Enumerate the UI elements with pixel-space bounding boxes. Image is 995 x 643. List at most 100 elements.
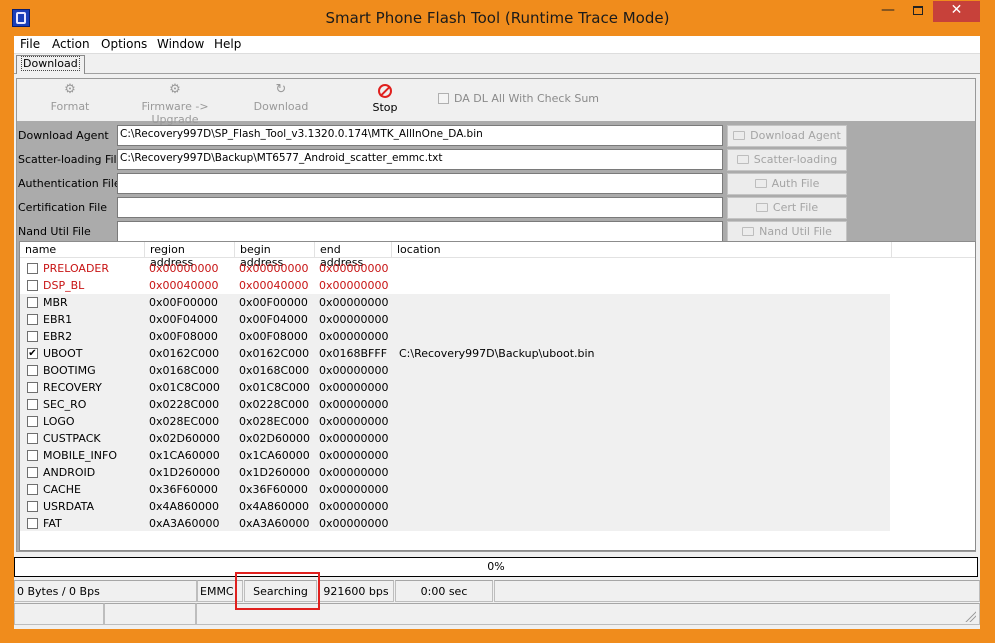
row-begin-address: 0x00F04000: [239, 313, 308, 326]
download-label: Download: [253, 100, 309, 113]
table-row[interactable]: CACHE 0x36F60000 0x36F60000 0x00000000: [20, 481, 975, 498]
table-row[interactable]: USRDATA 0x4A860000 0x4A860000 0x00000000: [20, 498, 975, 515]
download-agent-button-label: Download Agent: [750, 129, 841, 142]
table-row[interactable]: CUSTPACK 0x02D60000 0x02D60000 0x00000000: [20, 430, 975, 447]
table-row[interactable]: MOBILE_INFO 0x1CA60000 0x1CA60000 0x0000000…: [20, 447, 975, 464]
row-checkbox[interactable]: [27, 399, 38, 410]
table-row[interactable]: EBR2 0x00F08000 0x00F08000 0x00000000: [20, 328, 975, 345]
row-begin-address: 0x0228C000: [239, 398, 310, 411]
auth-file-button[interactable]: Auth File: [727, 173, 847, 195]
stop-icon: [378, 84, 392, 98]
table-row[interactable]: FAT 0xA3A60000 0xA3A60000 0x00000000: [20, 515, 975, 532]
tab-download[interactable]: Download: [16, 55, 85, 74]
folder-icon: [742, 227, 755, 236]
maximize-button[interactable]: [903, 1, 933, 22]
nand-util-field[interactable]: [117, 221, 723, 242]
table-row[interactable]: SEC_RO 0x0228C000 0x0228C000 0x00000000: [20, 396, 975, 413]
table-row[interactable]: DSP_BL 0x00040000 0x00040000 0x00000000: [20, 277, 975, 294]
row-end-address: 0x00000000: [319, 500, 389, 513]
download-agent-button[interactable]: Download Agent: [727, 125, 847, 147]
row-checkbox[interactable]: [27, 382, 38, 393]
download-button[interactable]: ↻ Download: [251, 83, 311, 113]
authentication-row: Authentication File Auth File: [17, 171, 975, 195]
row-checkbox[interactable]: [27, 467, 38, 478]
table-row[interactable]: RECOVERY 0x01C8C000 0x01C8C000 0x00000000: [20, 379, 975, 396]
column-region-address[interactable]: region address: [145, 242, 235, 269]
row-name: MOBILE_INFO: [43, 449, 117, 462]
row-checkbox[interactable]: [27, 450, 38, 461]
row-location: C:\Recovery997D\Backup\uboot.bin: [399, 347, 595, 360]
progress-text: 0%: [487, 560, 505, 573]
download-icon: ↻: [275, 82, 287, 97]
title-bar[interactable]: Smart Phone Flash Tool (Runtime Trace Mo…: [0, 0, 995, 36]
table-row[interactable]: LOGO 0x028EC000 0x028EC000 0x00000000: [20, 413, 975, 430]
status-bytes: 0 Bytes / 0 Bps: [14, 580, 197, 602]
status-time: 0:00 sec: [395, 580, 493, 602]
row-checkbox[interactable]: ✔: [27, 348, 38, 359]
column-name[interactable]: name: [20, 242, 145, 258]
nand-util-button[interactable]: Nand Util File: [727, 221, 847, 243]
row-region-address: 0x36F60000: [149, 483, 218, 496]
table-row[interactable]: BOOTIMG 0x0168C000 0x0168C000 0x00000000: [20, 362, 975, 379]
menu-window[interactable]: Window: [157, 37, 204, 51]
row-end-address: 0x0168BFFF: [319, 347, 388, 360]
partition-list[interactable]: name region address begin address end ad…: [19, 241, 976, 551]
row-checkbox[interactable]: [27, 297, 38, 308]
table-row[interactable]: PRELOADER 0x00000000 0x00000000 0x00000000: [20, 260, 975, 277]
tab-download-label: Download: [21, 56, 80, 71]
row-checkbox[interactable]: [27, 518, 38, 529]
row-checkbox[interactable]: [27, 501, 38, 512]
checksum-option[interactable]: DA DL All With Check Sum: [438, 92, 599, 105]
column-begin-address[interactable]: begin address: [235, 242, 315, 269]
row-end-address: 0x00000000: [319, 296, 389, 309]
menu-file[interactable]: File: [20, 37, 40, 51]
row-checkbox[interactable]: [27, 263, 38, 274]
table-row[interactable]: ✔ UBOOT 0x0162C000 0x0162C000 0x0168BFFF C:\R…: [20, 345, 975, 362]
menu-action[interactable]: Action: [52, 37, 90, 51]
row-checkbox[interactable]: [27, 280, 38, 291]
stop-button[interactable]: Stop: [367, 83, 403, 114]
download-agent-field[interactable]: C:\Recovery997D\SP_Flash_Tool_v3.1320.0.…: [117, 125, 723, 146]
table-row[interactable]: MBR 0x00F00000 0x00F00000 0x00000000: [20, 294, 975, 311]
row-name: ANDROID: [43, 466, 96, 479]
resize-grip-icon[interactable]: [964, 610, 976, 622]
column-location[interactable]: location: [392, 242, 892, 258]
auth-file-button-label: Auth File: [771, 177, 820, 190]
row-checkbox[interactable]: [27, 331, 38, 342]
row-checkbox[interactable]: [27, 433, 38, 444]
row-region-address: 0x0168C000: [149, 364, 220, 377]
firmware-upgrade-button[interactable]: ⚙ Firmware -> Upgrade: [123, 83, 227, 126]
row-begin-address: 0x00040000: [239, 279, 309, 292]
row-checkbox[interactable]: [27, 416, 38, 427]
close-button[interactable]: ✕: [933, 1, 980, 22]
authentication-field[interactable]: [117, 173, 723, 194]
partition-list-header: name region address begin address end ad…: [20, 242, 975, 269]
row-end-address: 0x00000000: [319, 483, 389, 496]
row-begin-address: 0x4A860000: [239, 500, 310, 513]
row-name: MBR: [43, 296, 68, 309]
row-checkbox[interactable]: [27, 365, 38, 376]
row-checkbox[interactable]: [27, 314, 38, 325]
cert-file-button[interactable]: Cert File: [727, 197, 847, 219]
minimize-button[interactable]: —: [873, 1, 903, 22]
folder-icon: [754, 179, 767, 188]
menu-help[interactable]: Help: [214, 37, 241, 51]
row-name: SEC_RO: [43, 398, 87, 411]
checksum-checkbox[interactable]: [438, 93, 449, 104]
row-checkbox[interactable]: [27, 484, 38, 495]
scatter-loading-button[interactable]: Scatter-loading: [727, 149, 847, 171]
certification-field[interactable]: [117, 197, 723, 218]
table-row[interactable]: ANDROID 0x1D260000 0x1D260000 0x00000000: [20, 464, 975, 481]
format-icon: ⚙: [64, 82, 76, 97]
menu-options[interactable]: Options: [101, 37, 147, 51]
row-end-address: 0x00000000: [319, 330, 389, 343]
format-button[interactable]: ⚙ Format: [45, 83, 95, 113]
status-lower-cell-2: [104, 603, 196, 625]
table-row[interactable]: EBR1 0x00F04000 0x00F04000 0x00000000: [20, 311, 975, 328]
row-end-address: 0x00000000: [319, 466, 389, 479]
column-end-address[interactable]: end address: [315, 242, 392, 269]
row-begin-address: 0xA3A60000: [239, 517, 310, 530]
scatter-loading-field[interactable]: C:\Recovery997D\Backup\MT6577_Android_sc…: [117, 149, 723, 170]
row-name: PRELOADER: [43, 262, 110, 275]
nand-util-button-label: Nand Util File: [759, 225, 832, 238]
